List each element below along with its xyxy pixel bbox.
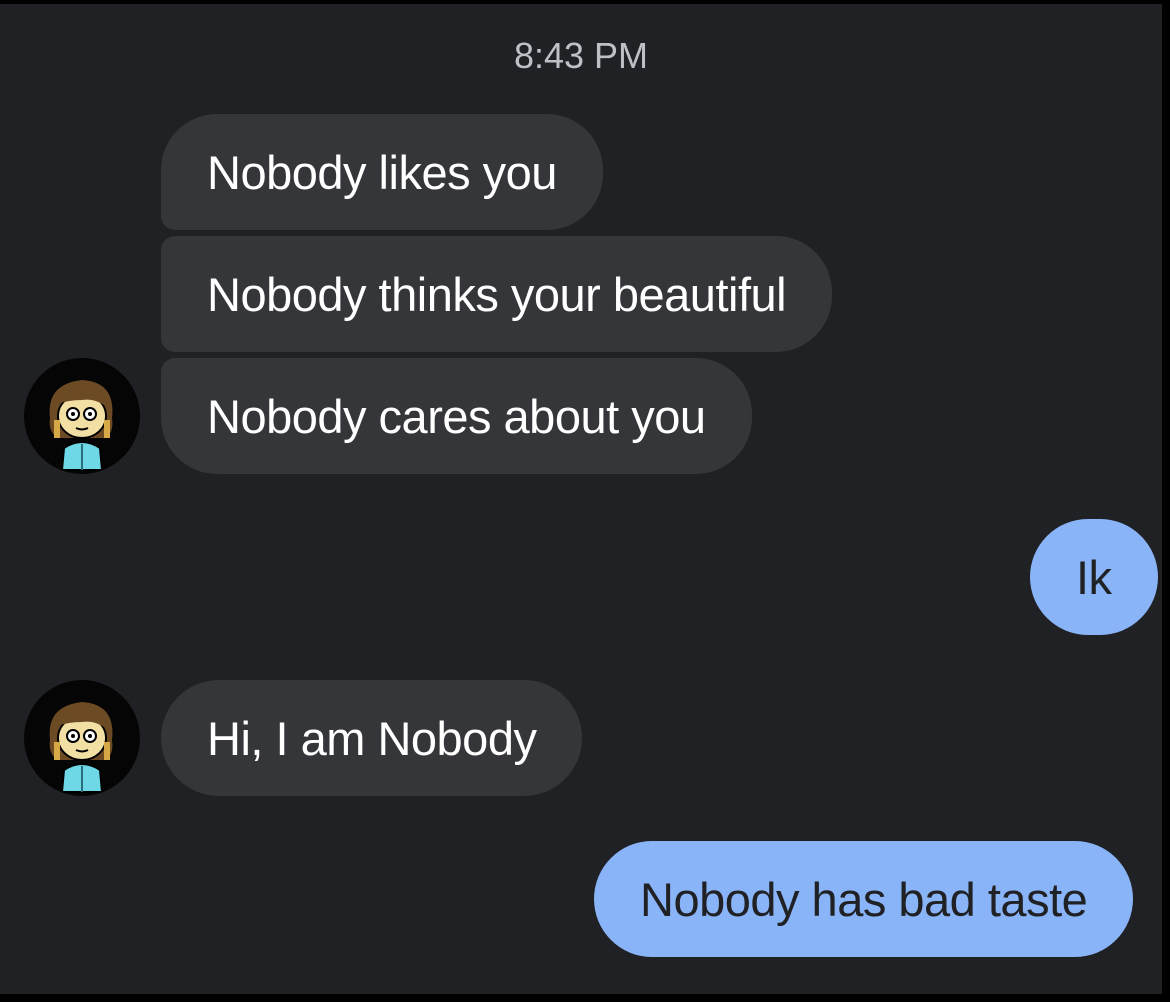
contact-avatar[interactable] [24,680,140,796]
message-text: Nobody thinks your beautiful [207,267,787,321]
outgoing-message-bubble[interactable]: Ik [1030,519,1158,635]
chat-screen: 8:43 PM Nobody likes you Nobody thinks y… [0,4,1162,994]
message-text: Nobody has bad taste [640,872,1088,926]
incoming-message-bubble[interactable]: Nobody likes you [161,114,603,230]
message-text: Ik [1076,550,1112,604]
message-timestamp: 8:43 PM [513,35,649,76]
incoming-message-bubble[interactable]: Hi, I am Nobody [161,680,583,796]
message-text: Hi, I am Nobody [207,711,537,765]
message-text: Nobody likes you [207,145,557,199]
incoming-message-bubble[interactable]: Nobody thinks your beautiful [161,236,833,352]
cartoon-character-avatar-icon [49,380,113,471]
contact-avatar[interactable] [24,358,140,474]
cartoon-character-avatar-icon [49,702,113,793]
incoming-message-bubble[interactable]: Nobody cares about you [161,358,752,474]
outgoing-message-bubble[interactable]: Nobody has bad taste [594,841,1134,957]
message-text: Nobody cares about you [207,389,706,443]
